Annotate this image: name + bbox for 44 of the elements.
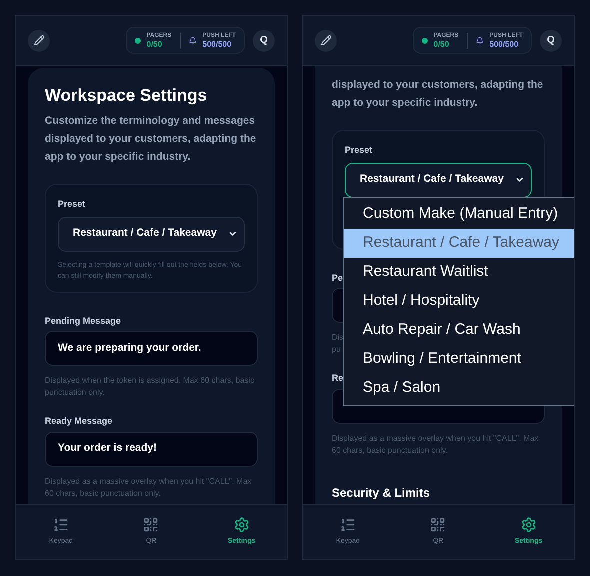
message-field[interactable]: We are preparing your order. — [45, 331, 258, 366]
page-description: displayed to your customers, adapting the app to your specific industry. — [332, 78, 544, 111]
page-title: Workspace Settings — [45, 85, 208, 106]
push-value: 500/500 — [490, 40, 520, 48]
dropdown-option[interactable]: Restaurant Waitlist — [344, 258, 574, 287]
preset-label: Preset — [58, 198, 87, 212]
dropdown-option[interactable]: Spa / Salon — [344, 374, 574, 403]
numbered-list-icon — [340, 516, 356, 533]
pagers-value: 0/50 — [146, 40, 164, 48]
qr-code-icon — [143, 516, 160, 533]
dropdown-option[interactable]: Custom Make (Manual Entry) — [344, 200, 574, 229]
dropdown-option[interactable]: Auto Repair / Car Wash — [344, 316, 574, 345]
field-label: Ready Message — [45, 415, 113, 428]
settings-icon — [520, 516, 537, 533]
field-hint: Displayed as a massive overlay when you hit "CALL". Max 60 chars, basic punctuation only. — [45, 476, 252, 500]
dropdown-option[interactable]: Hotel / Hospitality — [344, 287, 574, 316]
edit-button[interactable] — [28, 30, 50, 52]
pencil-icon — [320, 35, 332, 46]
field-label: Pending Message — [45, 314, 122, 328]
message-field[interactable]: Your order is ready! — [45, 432, 258, 467]
section-title: Security & Limits — [332, 484, 432, 500]
preset-select[interactable]: Restaurant / Cafe / Takeaway — [345, 162, 532, 198]
pagers-value: 0/50 — [434, 40, 450, 48]
edit-button[interactable] — [315, 30, 337, 52]
page-description: Customize the terminology and messages displayed to your customers, adapting the app to your specific industry. — [45, 114, 258, 166]
field-hint: Dis pu — [332, 332, 344, 356]
field-label: Pe — [332, 272, 344, 284]
bell-icon — [188, 36, 197, 44]
qr-code-icon — [430, 516, 446, 533]
push-value: 500/500 — [202, 40, 233, 48]
bell-icon — [476, 36, 484, 44]
numbered-list-icon — [53, 516, 70, 533]
avatar-button[interactable]: Q — [253, 30, 275, 52]
dropdown-option[interactable]: Bowling / Entertainment — [344, 345, 574, 374]
settings-icon — [234, 516, 250, 533]
chevron-down-icon — [515, 175, 525, 185]
pencil-icon — [34, 35, 44, 46]
field-label: Re — [332, 372, 344, 385]
field-hint: Displayed when the token is assigned. Max 60 chars, basic punctuation only. — [45, 375, 254, 400]
dropdown-option[interactable]: Restaurant / Cafe / Takeaway — [344, 229, 574, 258]
avatar-button[interactable]: Q — [540, 30, 562, 52]
field-hint: Displayed as a massive overlay when you hit "CALL". Max 60 chars, basic punctuation only. — [332, 432, 539, 456]
preset-select[interactable]: Restaurant / Cafe / Takeaway — [58, 216, 245, 252]
preset-label: Preset — [345, 144, 374, 157]
